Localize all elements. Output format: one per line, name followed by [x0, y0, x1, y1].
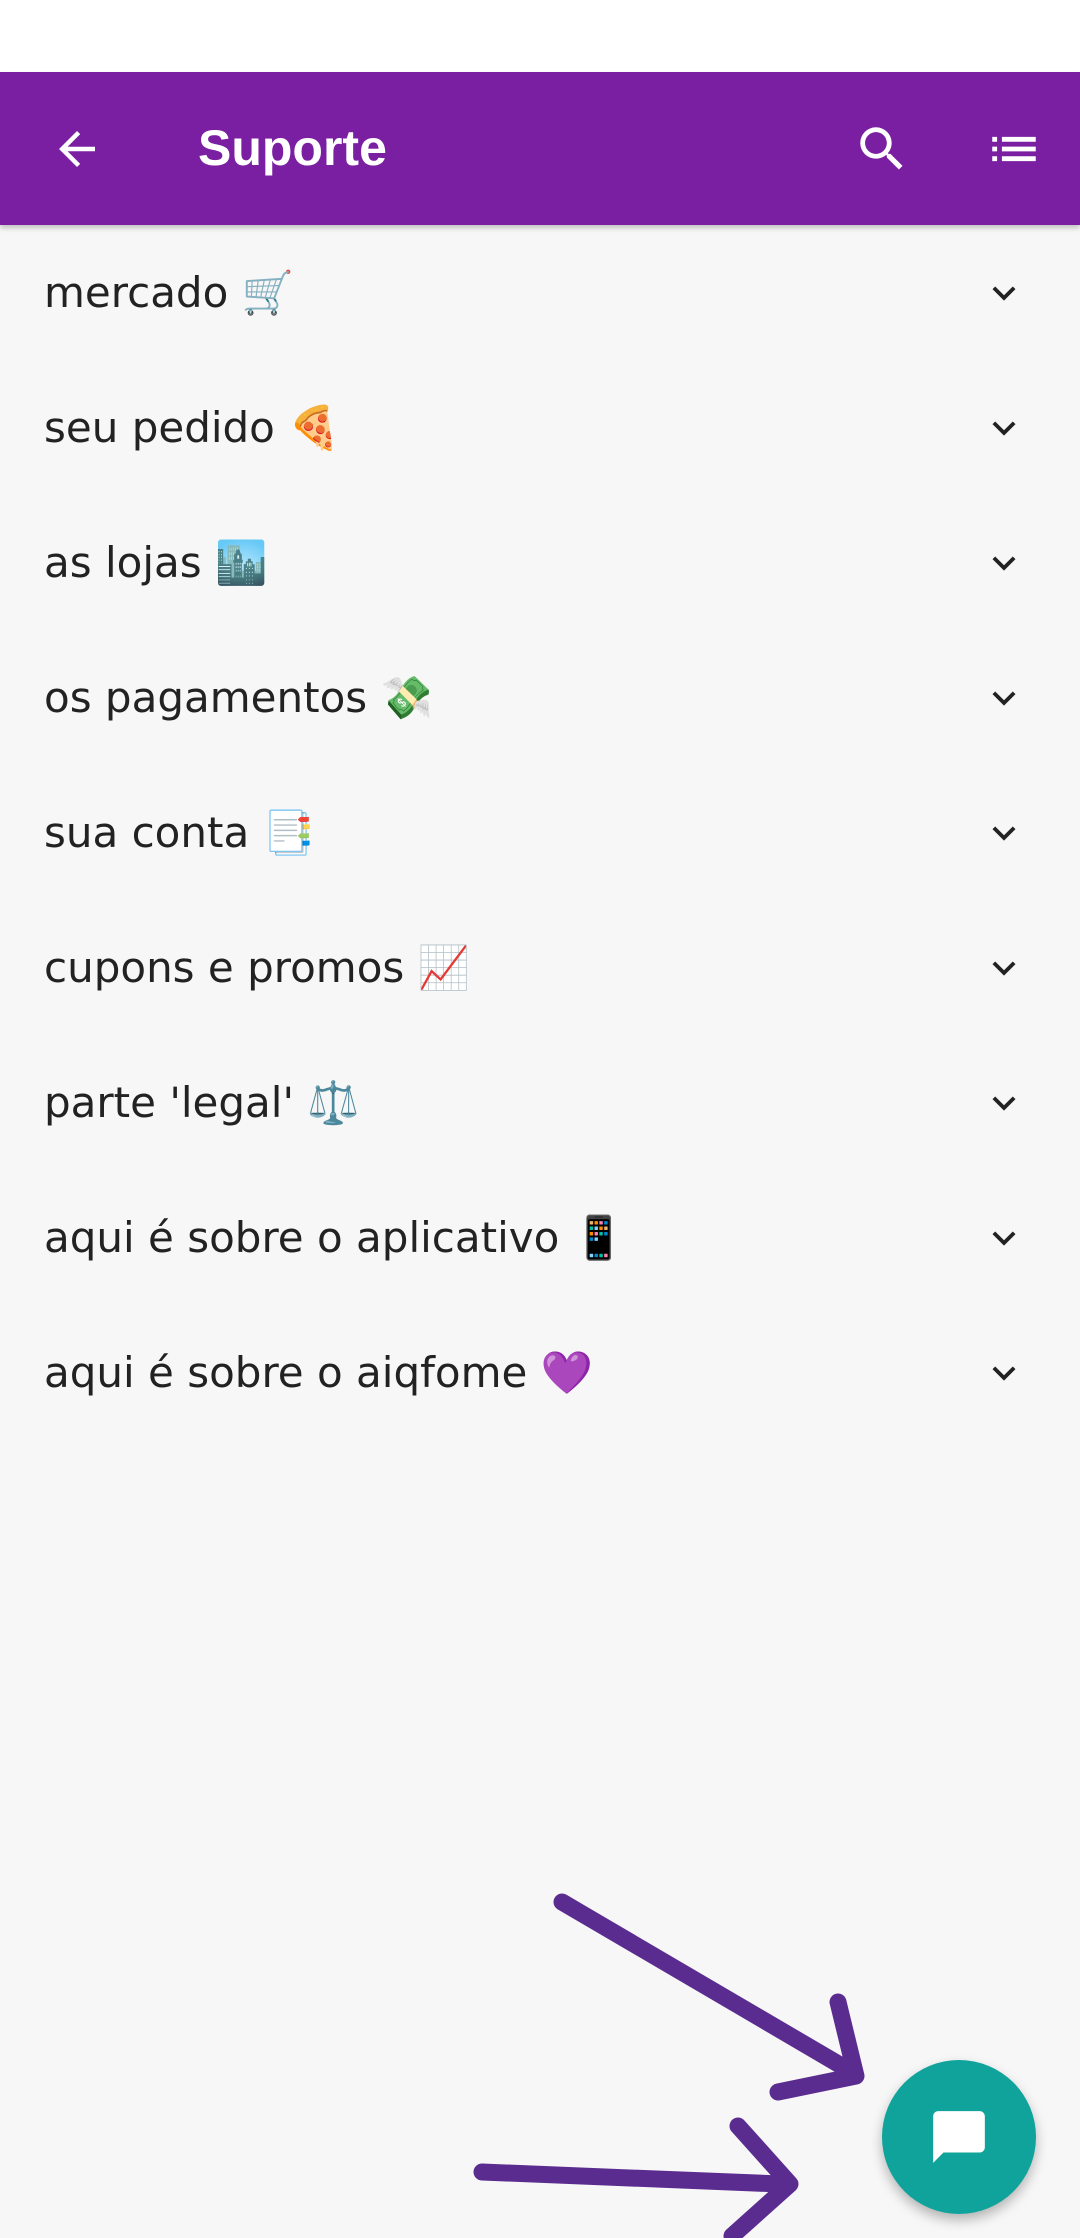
annotation-arrow-upper [553, 1893, 865, 2101]
category-item-aiqfome[interactable]: aqui é sobre o aiqfome 💜 [0, 1305, 1080, 1440]
chat-fab-button[interactable] [882, 2060, 1036, 2214]
chevron-down-icon [992, 826, 1016, 841]
arrow-left-icon [59, 130, 95, 167]
back-button[interactable] [17, 72, 137, 225]
category-label: aqui é sobre o aiqfome 💜 [44, 1348, 593, 1397]
chevron-down-icon [992, 421, 1016, 436]
category-label: parte 'legal' ⚖️ [44, 1078, 360, 1127]
category-label: sua conta 📑 [44, 808, 315, 857]
category-label: mercado 🛒 [44, 268, 294, 317]
app-toolbar: Suporte [0, 72, 1080, 225]
chevron-down-icon [992, 1366, 1016, 1381]
category-item-seu-pedido[interactable]: seu pedido 🍕 [0, 360, 1080, 495]
chevron-down-icon [992, 961, 1016, 976]
page-title: Suporte [198, 120, 387, 176]
search-button[interactable] [822, 72, 942, 225]
annotation-arrow-lower [473, 2117, 799, 2238]
category-item-as-lojas[interactable]: as lojas 🏙️ [0, 495, 1080, 630]
category-item-aplicativo[interactable]: aqui é sobre o aplicativo 📱 [0, 1170, 1080, 1305]
chevron-down-icon [992, 1231, 1016, 1246]
category-label: seu pedido 🍕 [44, 403, 341, 452]
chevron-down-icon [992, 691, 1016, 706]
chevron-down-icon [992, 556, 1016, 571]
search-icon [860, 126, 903, 170]
chevron-down-icon [992, 286, 1016, 301]
category-item-mercado[interactable]: mercado 🛒 [0, 225, 1080, 360]
category-item-os-pagamentos[interactable]: os pagamentos 💸 [0, 630, 1080, 765]
list-menu-button[interactable] [954, 72, 1074, 225]
category-item-parte-legal[interactable]: parte 'legal' ⚖️ [0, 1035, 1080, 1170]
chat-icon [933, 2111, 985, 2163]
category-label: os pagamentos 💸 [44, 673, 433, 722]
category-item-sua-conta[interactable]: sua conta 📑 [0, 765, 1080, 900]
list-icon [992, 136, 1036, 161]
category-label: cupons e promos 📈 [44, 943, 470, 992]
category-item-cupons-e-promos[interactable]: cupons e promos 📈 [0, 900, 1080, 1035]
support-category-list: mercado 🛒 seu pedido 🍕 as lojas 🏙️ os pa… [0, 225, 1080, 1440]
status-bar [0, 0, 1080, 72]
category-label: as lojas 🏙️ [44, 538, 268, 587]
chevron-down-icon [992, 1096, 1016, 1111]
category-label: aqui é sobre o aplicativo 📱 [44, 1213, 625, 1262]
